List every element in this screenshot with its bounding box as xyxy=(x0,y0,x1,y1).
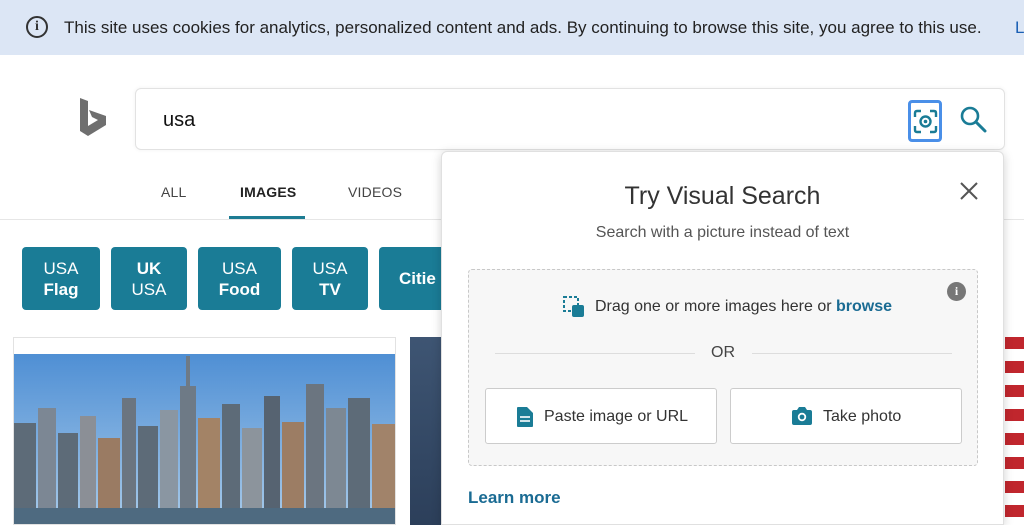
tab-all[interactable]: ALL xyxy=(161,184,187,200)
drop-instructions: Drag one or more images here or browse xyxy=(595,298,892,316)
take-photo-button[interactable]: Take photo xyxy=(730,388,962,444)
search-box[interactable]: usa xyxy=(135,88,1005,150)
image-drop-zone[interactable]: i Drag one or more images here or browse… xyxy=(468,269,978,466)
image-result-skyline[interactable] xyxy=(13,337,396,525)
cookie-banner: i This site uses cookies for analytics, … xyxy=(0,0,1024,55)
chip-line: UK xyxy=(136,258,162,278)
search-button[interactable] xyxy=(959,105,987,138)
take-photo-label: Take photo xyxy=(823,408,902,425)
popup-subtitle: Search with a picture instead of text xyxy=(595,224,850,241)
close-icon xyxy=(960,182,978,200)
info-icon[interactable]: i xyxy=(947,282,966,301)
search-input[interactable]: usa xyxy=(163,109,195,132)
chip-usa-flag[interactable]: USA Flag xyxy=(22,247,100,310)
drop-text: Drag one or more images here or xyxy=(595,298,832,315)
close-button[interactable] xyxy=(960,182,978,205)
image-result-flag[interactable] xyxy=(1005,337,1024,525)
chip-usa-tv[interactable]: USA TV xyxy=(292,247,368,310)
chip-line: Citie xyxy=(399,269,436,288)
chip-usa-food[interactable]: USA Food xyxy=(198,247,281,310)
paste-image-label: Paste image or URL xyxy=(544,408,689,425)
tab-images[interactable]: IMAGES xyxy=(240,184,296,200)
visual-search-button[interactable] xyxy=(908,100,942,142)
cookie-learn-link[interactable]: L xyxy=(1015,18,1024,38)
chip-line: Food xyxy=(218,279,261,299)
popup-title: Try Visual Search xyxy=(624,182,821,210)
bing-logo[interactable] xyxy=(78,98,108,143)
cookie-banner-text: This site uses cookies for analytics, pe… xyxy=(64,18,982,37)
chip-line: USA xyxy=(312,258,348,278)
magnifier-icon xyxy=(960,106,987,133)
chip-uk-usa[interactable]: UK USA xyxy=(111,247,187,310)
chip-line: USA xyxy=(131,279,167,299)
or-separator: OR xyxy=(711,344,735,361)
document-icon xyxy=(517,407,533,427)
camera-icon xyxy=(792,407,812,425)
learn-more-link[interactable]: Learn more xyxy=(468,488,561,508)
chip-line: TV xyxy=(319,279,341,299)
info-icon: i xyxy=(26,16,48,38)
chip-line: USA xyxy=(43,258,79,278)
tab-videos[interactable]: VIDEOS xyxy=(348,184,402,200)
chip-line: Flag xyxy=(43,279,79,299)
chip-cities[interactable]: Citie xyxy=(379,247,445,310)
skyline-image xyxy=(14,338,395,524)
chip-line: USA xyxy=(222,258,257,278)
visual-search-icon xyxy=(913,109,938,134)
visual-search-popup: Try Visual Search Search with a picture … xyxy=(441,151,1004,525)
browse-link[interactable]: browse xyxy=(836,298,892,315)
paste-image-button[interactable]: Paste image or URL xyxy=(485,388,717,444)
drag-image-icon xyxy=(563,296,584,317)
